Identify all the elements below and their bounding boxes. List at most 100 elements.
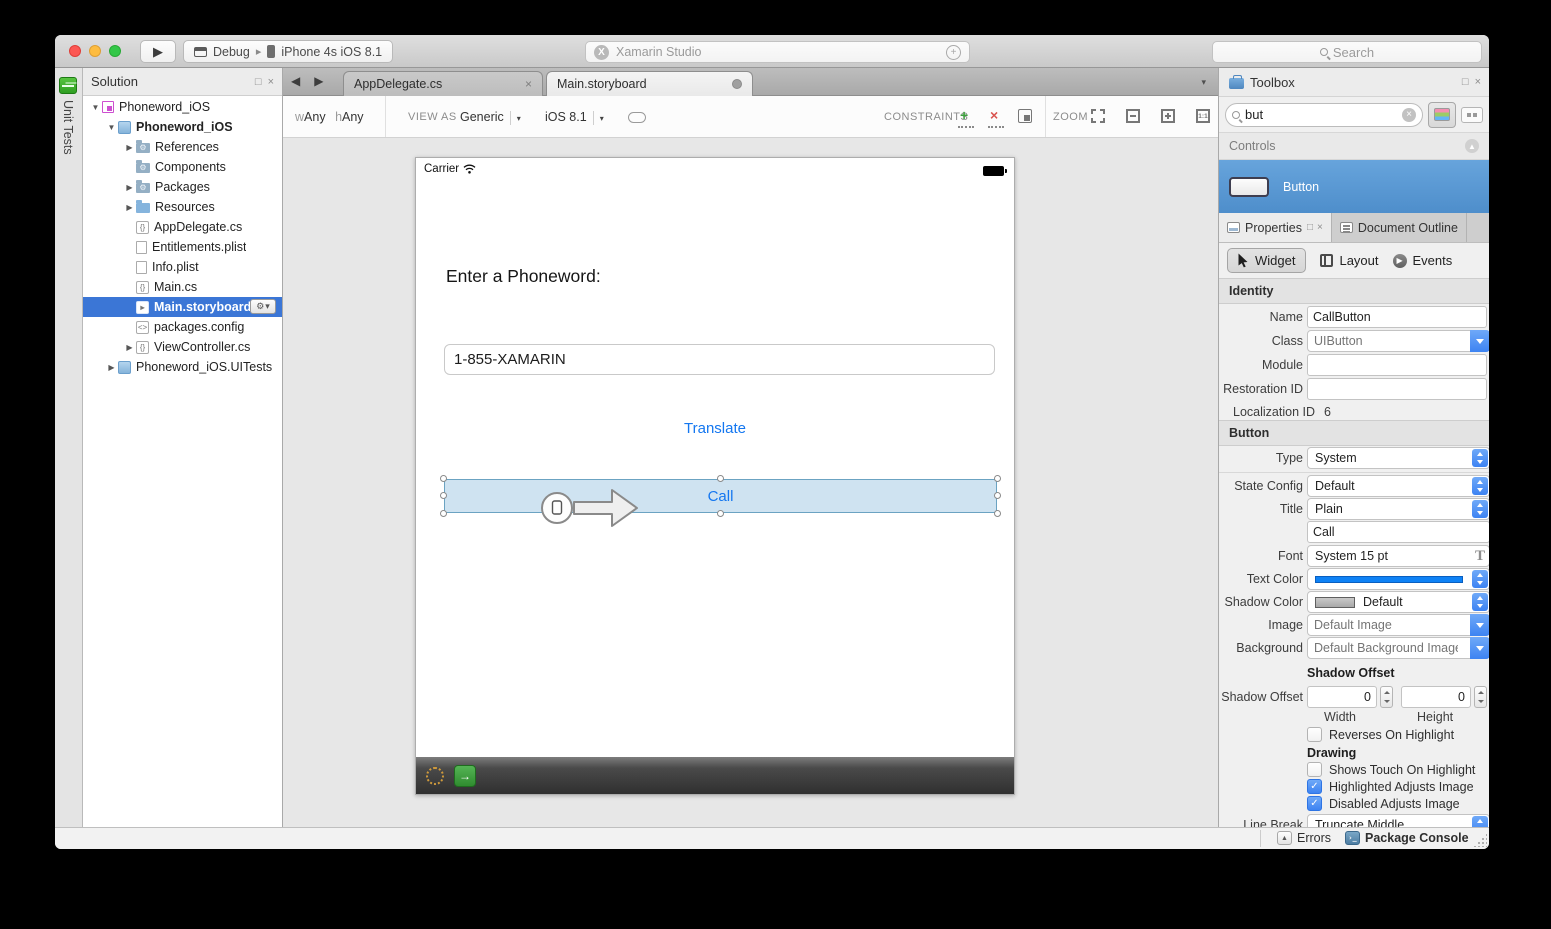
entry-point-arrow[interactable]	[538, 483, 640, 533]
toolbox-view-categories-button[interactable]	[1428, 102, 1456, 128]
expander-icon[interactable]: ▼	[105, 123, 118, 132]
item-options-button[interactable]: ⚙▾	[250, 299, 276, 314]
background-input[interactable]	[1308, 641, 1458, 655]
module-input[interactable]	[1307, 354, 1487, 376]
tree-item-project[interactable]: ▼ Phoneword_iOS	[83, 117, 282, 137]
pad-minimize-icon[interactable]: □	[1462, 76, 1469, 88]
remove-constraint-icon[interactable]: ×	[990, 107, 998, 123]
toolbox-section-controls[interactable]: Controls ▲	[1219, 132, 1489, 160]
restoration-id-input[interactable]	[1307, 378, 1487, 400]
shadow-offset-height-input[interactable]	[1401, 686, 1471, 708]
collapse-section-icon[interactable]: ▲	[1465, 139, 1479, 153]
tree-item-packages[interactable]: ▶ ⚙ Packages	[83, 177, 282, 197]
resize-handle[interactable]	[994, 510, 1001, 517]
height-stepper-icon[interactable]	[1474, 686, 1487, 708]
unit-tests-tab[interactable]: Unit Tests	[61, 100, 75, 155]
image-combo[interactable]	[1307, 614, 1489, 636]
size-class-selector[interactable]: wAny hAny	[295, 110, 364, 124]
tab-mainstoryboard[interactable]: Main.storyboard	[546, 71, 753, 96]
stepper-icon[interactable]	[1472, 570, 1488, 588]
mode-events-button[interactable]: ▶ Events	[1393, 253, 1453, 268]
stepper-icon[interactable]	[1472, 477, 1488, 495]
errors-button[interactable]: ▲ Errors	[1277, 831, 1331, 845]
resize-handle[interactable]	[440, 510, 447, 517]
toolbox-search-input[interactable]: but ×	[1225, 103, 1423, 127]
os-version-dropdown[interactable]: iOS 8.1▾	[545, 110, 604, 125]
class-dropdown-icon[interactable]	[1470, 330, 1489, 352]
tree-item-entitlements[interactable]: Entitlements.plist	[83, 237, 282, 257]
view-as-device-dropdown[interactable]: Generic▾	[460, 110, 521, 125]
tree-item-viewcontroller[interactable]: ▶ {} ViewController.cs	[83, 337, 282, 357]
type-select[interactable]: System	[1307, 447, 1489, 469]
nav-forward-icon[interactable]: ▶	[314, 74, 337, 88]
pad-minimize-icon[interactable]: □	[1307, 222, 1313, 233]
minimize-window-button[interactable]	[89, 45, 101, 57]
tree-item-infoplist[interactable]: Info.plist	[83, 257, 282, 277]
status-action-icon[interactable]: +	[946, 45, 961, 60]
toolbox-view-compact-button[interactable]	[1461, 107, 1483, 123]
expander-icon[interactable]: ▶	[123, 183, 136, 192]
tree-item-components[interactable]: ⚙ Components	[83, 157, 282, 177]
background-dropdown-icon[interactable]	[1470, 637, 1489, 659]
resize-handle[interactable]	[440, 492, 447, 499]
close-tab-icon[interactable]: ×	[525, 77, 532, 91]
mode-layout-button[interactable]: Layout	[1320, 253, 1378, 268]
call-button[interactable]: Call	[444, 479, 997, 513]
exit-segue-icon[interactable]: →	[454, 765, 476, 787]
background-combo[interactable]	[1307, 637, 1489, 659]
disabled-adjusts-checkbox[interactable]: ✓	[1307, 796, 1322, 811]
update-frames-icon[interactable]	[1018, 109, 1032, 123]
zoom-in-icon[interactable]	[1161, 109, 1175, 123]
tree-item-maincs[interactable]: {} Main.cs	[83, 277, 282, 297]
class-input[interactable]	[1308, 334, 1458, 348]
stepper-icon[interactable]	[1472, 449, 1488, 467]
pad-close-icon[interactable]: ×	[268, 76, 274, 88]
highlighted-adjusts-checkbox[interactable]: ✓	[1307, 779, 1322, 794]
font-field[interactable]: System 15 ptT	[1307, 545, 1489, 567]
expander-icon[interactable]: ▼	[89, 103, 102, 112]
tree-item-uitests[interactable]: ▶ Phoneword_iOS.UITests	[83, 357, 282, 377]
image-dropdown-icon[interactable]	[1470, 614, 1489, 636]
resize-grip[interactable]	[1473, 833, 1487, 847]
tab-document-outline[interactable]: Document Outline	[1332, 213, 1467, 242]
expander-icon[interactable]: ▶	[123, 343, 136, 352]
title-text-input[interactable]	[1307, 521, 1489, 543]
clear-search-icon[interactable]: ×	[1402, 108, 1416, 122]
tab-properties[interactable]: Properties □×	[1219, 213, 1332, 242]
tree-item-solution[interactable]: ▼ Phoneword_iOS	[83, 97, 282, 117]
zoom-window-button[interactable]	[109, 45, 121, 57]
image-input[interactable]	[1308, 618, 1458, 632]
viewcontroller-dock-icon[interactable]	[424, 765, 446, 787]
shadow-offset-width-input[interactable]	[1307, 686, 1377, 708]
phoneword-text-field[interactable]	[444, 344, 995, 375]
translate-button[interactable]: Translate	[416, 420, 1014, 437]
zoom-out-icon[interactable]	[1126, 109, 1140, 123]
mode-widget-button[interactable]: Widget	[1227, 248, 1306, 273]
tree-item-appdelegate[interactable]: {} AppDelegate.cs	[83, 217, 282, 237]
tab-overflow-icon[interactable]: ▾	[1201, 77, 1206, 88]
stepper-icon[interactable]	[1472, 500, 1488, 518]
tree-item-references[interactable]: ▶ ⚙ References	[83, 137, 282, 157]
pad-close-icon[interactable]: ×	[1317, 222, 1323, 233]
resize-handle[interactable]	[717, 510, 724, 517]
tree-item-mainstoryboard[interactable]: ▸ Main.storyboard ⚙▾	[83, 297, 282, 317]
tree-item-resources[interactable]: ▶ Resources	[83, 197, 282, 217]
state-config-select[interactable]: Default	[1307, 475, 1489, 497]
close-window-button[interactable]	[69, 45, 81, 57]
class-combo[interactable]	[1307, 330, 1489, 352]
toolbox-item-button[interactable]: Button	[1219, 160, 1489, 213]
resize-handle[interactable]	[994, 492, 1001, 499]
phoneword-prompt-label[interactable]: Enter a Phoneword:	[446, 266, 601, 287]
expander-icon[interactable]: ▶	[123, 143, 136, 152]
unit-tests-icon[interactable]	[59, 77, 77, 94]
title-mode-select[interactable]: Plain	[1307, 498, 1489, 520]
name-input[interactable]	[1307, 306, 1487, 328]
expander-icon[interactable]: ▶	[123, 203, 136, 212]
resize-handle[interactable]	[994, 475, 1001, 482]
zoom-fit-icon[interactable]	[1091, 109, 1105, 123]
expander-icon[interactable]: ▶	[105, 363, 118, 372]
text-color-select[interactable]	[1307, 568, 1489, 590]
run-button[interactable]: ▶	[140, 40, 176, 63]
shadow-color-select[interactable]: Default	[1307, 591, 1489, 613]
nav-back-icon[interactable]: ◀	[291, 74, 314, 88]
